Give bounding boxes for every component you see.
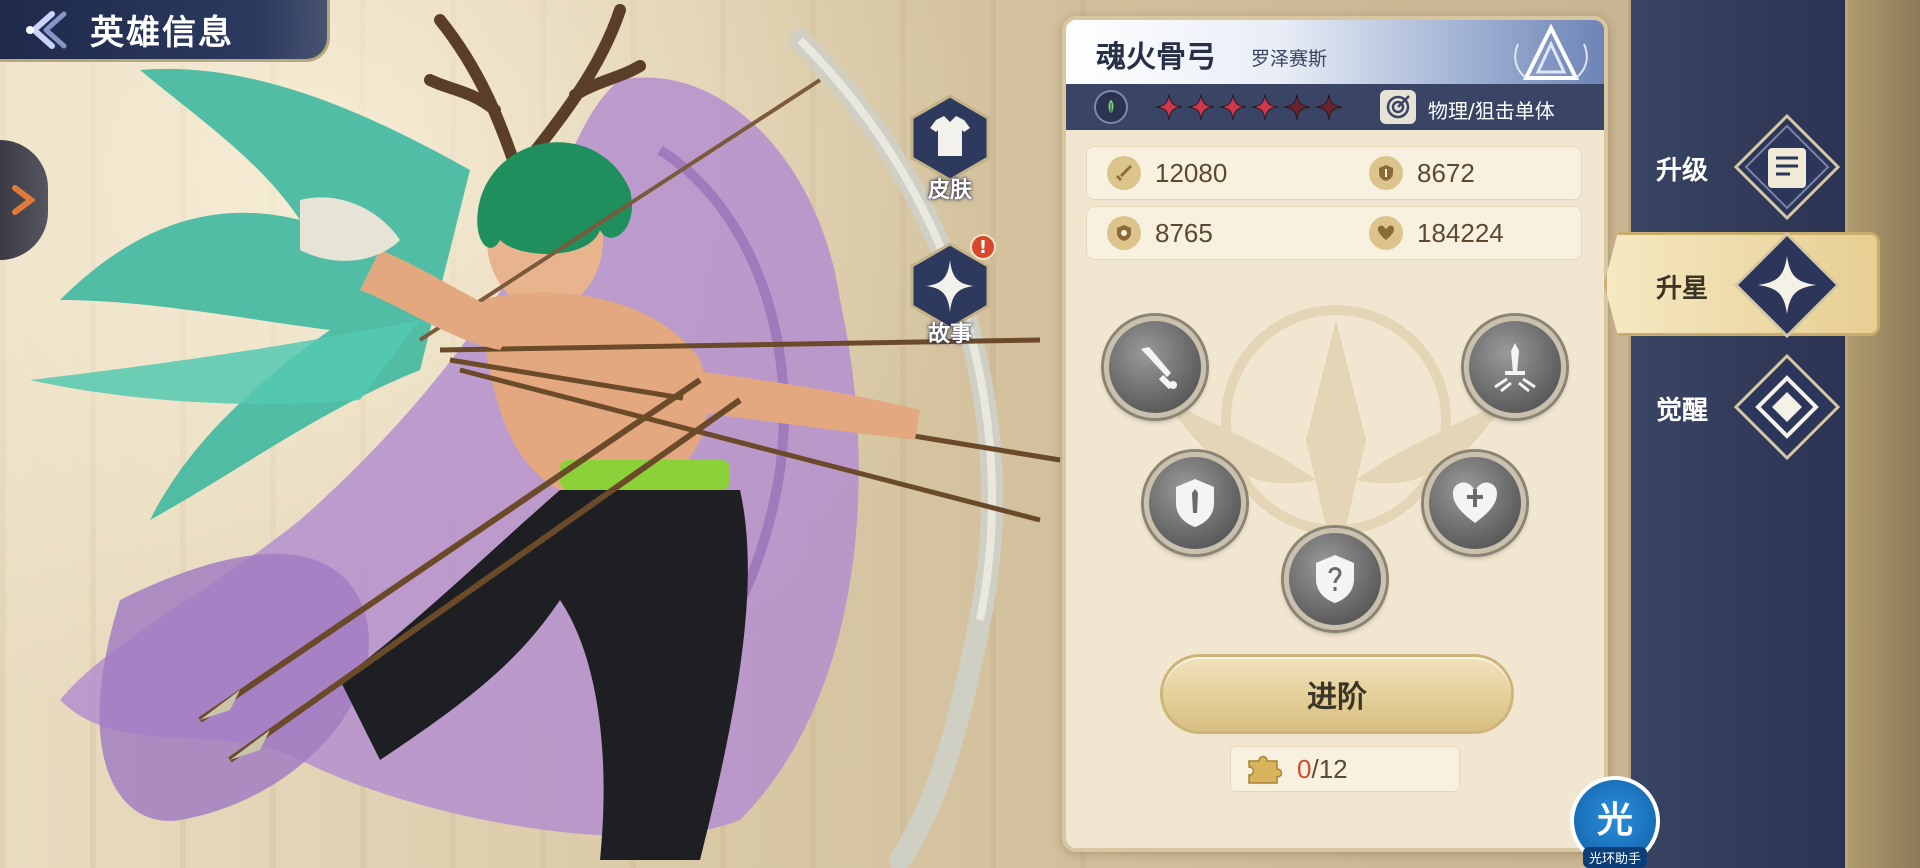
star-rating [1154,92,1344,122]
skill-node-defense[interactable] [1144,452,1246,554]
stat-value: 184224 [1417,217,1504,248]
stat-hp: 184224 [1369,216,1504,250]
stat-value: 8765 [1155,217,1213,248]
page-title: 英雄信息 [90,13,234,53]
skin-label: 皮肤 [927,178,972,203]
upgrade-book-icon [1733,113,1841,221]
stat-value: 8672 [1417,157,1475,188]
star-sparkle-icon [1733,231,1841,339]
magic-shield-icon [1107,216,1141,250]
nav-star-up-label: 升星 [1656,274,1709,304]
skill-node-attack[interactable] [1104,316,1206,418]
top-header: 英雄信息 [0,0,330,62]
nav-awaken[interactable]: 觉醒 [1640,352,1841,462]
nav-upgrade[interactable]: 升级 [1640,112,1841,222]
target-icon [1380,90,1416,124]
stat-value: 12080 [1155,157,1228,188]
heart-icon [1453,482,1497,523]
story-label: 故事 [927,322,972,347]
assistant-label: 光环助手 [1582,847,1648,868]
sword-icon [1107,156,1141,190]
shirt-icon [910,94,990,182]
hero-name: 魂火骨弓 [1096,40,1216,75]
star-filled-icon [1155,93,1183,121]
progress-max: /12 [1311,753,1348,784]
star-empty-icon [1315,93,1343,121]
star-empty-icon [1283,93,1311,121]
right-edge-decor [1848,0,1920,868]
stat-attack: 12080 [1107,156,1227,190]
awaken-diamond-icon [1733,353,1841,461]
nav-upgrade-label: 升级 [1656,156,1709,186]
stat-magic-defense: 8765 [1107,216,1213,250]
skill-node-hp[interactable] [1424,452,1526,554]
magic-shield-icon [1316,555,1354,603]
skill-node-magic-defense[interactable] [1284,528,1386,630]
chevron-left-icon [26,10,67,49]
back-button[interactable] [0,0,90,61]
hero-info-panel: 魂火骨弓 罗泽赛斯 物理/狙击单体 12080 8672 8765 184224… [1062,16,1608,852]
stat-row: 8765 184224 [1086,206,1582,260]
stat-row: 12080 8672 [1086,146,1582,200]
heart-icon [1369,216,1403,250]
sword-icon [1141,347,1177,390]
leaf-icon [1094,90,1128,124]
panel-header: 魂火骨弓 罗泽赛斯 [1066,20,1604,84]
hero-role: 物理/狙击单体 [1428,99,1555,123]
shield-icon [1369,156,1403,190]
star-filled-icon [1251,93,1279,121]
dagger-icon [1494,343,1536,393]
story-alert-badge: ! [970,234,996,260]
star-filled-icon [1219,93,1247,121]
material-progress: 0 /12 [1230,746,1460,792]
skin-button[interactable]: 皮肤 [904,92,996,203]
nav-awaken-label: 觉醒 [1656,396,1709,426]
assistant-float-button[interactable]: 光 光环助手 [1570,776,1660,868]
story-button[interactable]: 故事 ! [904,234,996,347]
star-filled-icon [1187,93,1215,121]
hero-subtitle: 罗泽赛斯 [1251,48,1328,70]
shield-icon [1176,479,1214,527]
nav-star-up[interactable]: 升星 [1640,230,1860,340]
skill-node-crit[interactable] [1464,316,1566,418]
assistant-glyph: 光 [1596,800,1633,841]
progress-current: 0 [1297,753,1312,784]
faction-emblem-icon [1514,24,1588,80]
hero-meta-bar: 物理/狙击单体 [1066,84,1604,130]
puzzle-piece-icon [1248,755,1283,784]
advance-button[interactable]: 进阶 [1160,654,1514,734]
stat-defense: 8672 [1369,156,1475,190]
arrow-right-icon [12,185,36,215]
